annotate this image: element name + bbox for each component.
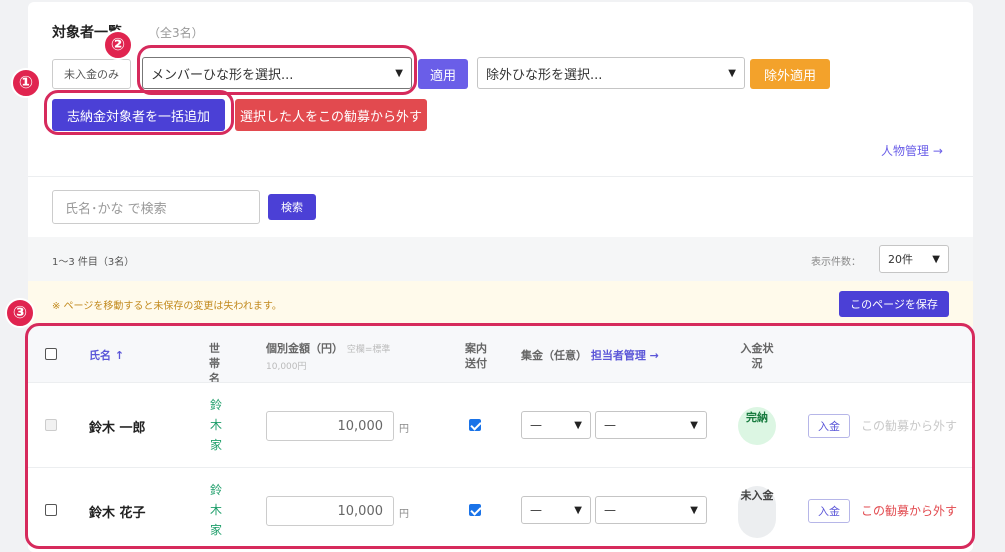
highlight-member-select <box>137 45 417 95</box>
perpage-label: 表示件数： <box>811 257 861 268</box>
apply-button[interactable]: 適用 <box>418 59 468 89</box>
search-placeholder: 氏名･かな で検索 <box>65 201 167 217</box>
remove-selected-button[interactable]: 選択した人をこの勧募から外す <box>235 99 427 131</box>
chevron-down-icon: ▼ <box>728 67 736 79</box>
chevron-down-icon: ▼ <box>932 253 940 265</box>
search-input[interactable]: 氏名･かな で検索 <box>52 190 260 224</box>
divider <box>28 176 973 177</box>
search-button[interactable]: 検索 <box>268 194 316 220</box>
annotation-marker: ② <box>103 30 133 60</box>
annotation-marker: ③ <box>5 298 35 328</box>
range-bar: 1〜3 件目（3名） 表示件数： 20件 ▼ <box>28 237 973 281</box>
warning-text: ※ ページを移動すると未保存の変更は失われます。 <box>52 301 282 312</box>
annotation-marker: ① <box>11 68 41 98</box>
highlight-bulk-add <box>44 90 234 135</box>
perpage-select[interactable]: 20件 ▼ <box>879 245 949 273</box>
total-count: （全3名） <box>148 26 204 40</box>
highlight-table <box>25 323 975 549</box>
exclude-apply-button[interactable]: 除外適用 <box>750 59 830 89</box>
perpage-value: 20件 <box>888 253 913 266</box>
range-text: 1〜3 件目（3名） <box>52 257 135 268</box>
exclude-template-select[interactable]: 除外ひな形を選択... ▼ <box>477 57 745 89</box>
unpaid-only-button[interactable]: 未入金のみ <box>52 59 131 89</box>
save-page-button[interactable]: このページを保存 <box>839 291 949 317</box>
people-management-link[interactable]: 人物管理 → <box>881 142 943 159</box>
exclude-template-value: 除外ひな形を選択... <box>486 67 603 83</box>
warning-bar: ※ ページを移動すると未保存の変更は失われます。 このページを保存 <box>28 281 973 326</box>
